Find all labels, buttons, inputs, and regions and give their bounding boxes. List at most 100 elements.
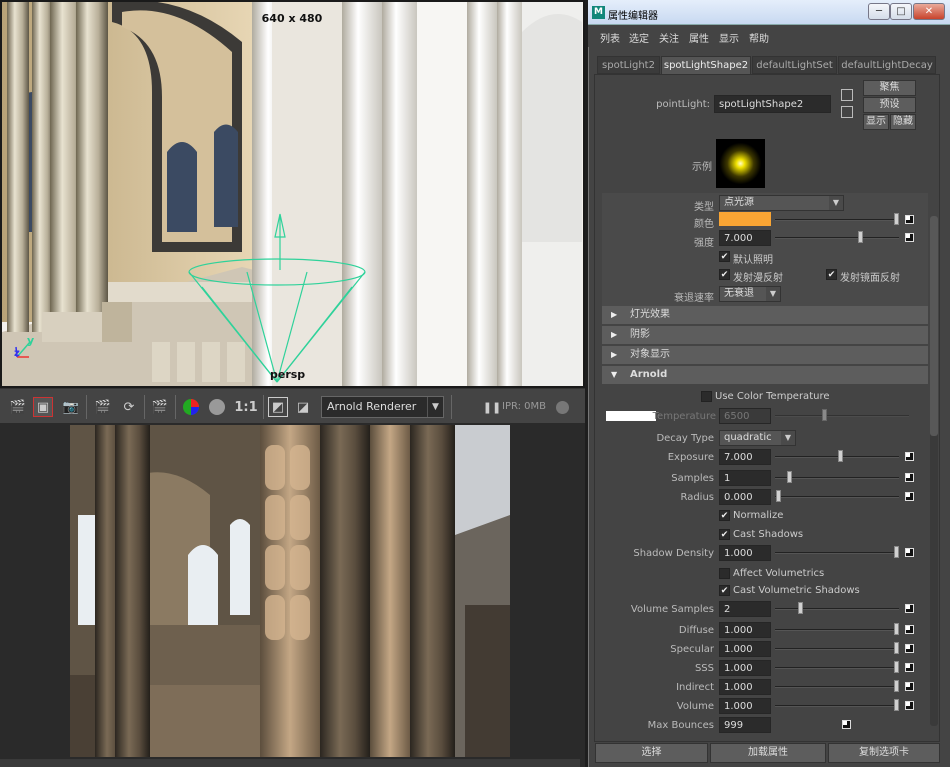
volume-field[interactable]: 1.000 (719, 698, 771, 714)
node-name-field[interactable]: spotLightShape2 (714, 95, 831, 113)
presets-button[interactable]: 预设 (863, 97, 916, 113)
clapper-icon[interactable]: 🎬 (8, 397, 28, 417)
intensity-field[interactable]: 7.000 (719, 230, 771, 246)
maximize-button[interactable]: □ (890, 3, 912, 20)
cast-shadows-checkbox[interactable]: ✔ (719, 529, 730, 540)
select-button[interactable]: 选择 (595, 743, 708, 763)
slider-knob[interactable] (894, 699, 899, 711)
tab-spotlightshape2[interactable]: spotLightShape2 (661, 56, 751, 74)
perspective-viewport[interactable]: 640 x 480 persp y z (0, 0, 585, 388)
tab-defaultlightset[interactable]: defaultLightSet (752, 56, 837, 74)
slider-knob[interactable] (894, 213, 899, 225)
sss-field[interactable]: 1.000 (719, 660, 771, 676)
map-button-icon[interactable] (905, 682, 914, 691)
radius-slider[interactable] (775, 490, 899, 502)
slider-knob[interactable] (858, 231, 863, 243)
slider-knob[interactable] (894, 623, 899, 635)
alpha-channel-icon[interactable] (207, 397, 227, 417)
menu-focus[interactable]: 关注 (659, 30, 679, 45)
emit-specular-checkbox[interactable]: ✔ (826, 269, 837, 280)
map-button-icon[interactable] (905, 233, 914, 242)
volume-samples-field[interactable]: 2 (719, 601, 771, 617)
menu-selected[interactable]: 选定 (629, 30, 649, 45)
exposure-slider[interactable] (775, 450, 899, 462)
sss-slider[interactable] (775, 661, 899, 673)
slider-knob[interactable] (894, 642, 899, 654)
emit-diffuse-checkbox[interactable]: ✔ (719, 269, 730, 280)
copy-tab-button[interactable]: 复制选项卡 (828, 743, 940, 763)
slider-knob[interactable] (822, 409, 827, 421)
slider-knob[interactable] (894, 680, 899, 692)
minimize-button[interactable]: ─ (868, 3, 890, 20)
ratio-button[interactable]: 1:1 (233, 397, 259, 417)
color-channels-icon[interactable] (181, 397, 201, 417)
map-button-icon[interactable] (905, 492, 914, 501)
input-connection-icon[interactable] (841, 89, 853, 101)
slider-knob[interactable] (798, 602, 803, 614)
tab-spotlight2[interactable]: spotLight2 (597, 56, 660, 74)
ipr-clapper-icon[interactable]: 🎬 (150, 397, 170, 417)
menu-show[interactable]: 显示 (719, 30, 739, 45)
use-color-temperature-checkbox[interactable] (701, 391, 712, 402)
slider-knob[interactable] (838, 450, 843, 462)
map-button-icon[interactable] (905, 625, 914, 634)
exposure-field[interactable]: 7.000 (719, 449, 771, 465)
slider-knob[interactable] (776, 490, 781, 502)
temperature-slider[interactable] (775, 409, 909, 421)
remove-image-icon[interactable]: ◪ (293, 397, 313, 417)
output-connection-icon[interactable] (841, 106, 853, 118)
keep-image-icon[interactable]: ◩ (268, 397, 288, 417)
map-button-icon[interactable] (905, 604, 914, 613)
volume-slider[interactable] (775, 699, 899, 711)
map-button-icon[interactable] (905, 701, 914, 710)
max-bounces-field[interactable]: 999 (719, 717, 771, 733)
hide-button[interactable]: 隐藏 (890, 114, 916, 130)
renderer-dropdown[interactable]: Arnold Renderer ▼ (321, 396, 444, 418)
scrollbar-thumb[interactable] (930, 216, 938, 436)
slider-knob[interactable] (894, 661, 899, 673)
temperature-field[interactable]: 6500 (719, 408, 771, 424)
show-button[interactable]: 显示 (863, 114, 889, 130)
section-light-effects[interactable]: ▶ 灯光效果 (602, 306, 928, 324)
shadow-density-field[interactable]: 1.000 (719, 545, 771, 561)
map-button-icon[interactable] (905, 452, 914, 461)
radius-field[interactable]: 0.000 (719, 489, 771, 505)
section-object-display[interactable]: ▶ 对象显示 (602, 346, 928, 364)
cast-volumetric-shadows-checkbox[interactable]: ✔ (719, 585, 730, 596)
affect-volumetrics-checkbox[interactable] (719, 568, 730, 579)
menu-help[interactable]: 帮助 (749, 30, 769, 45)
section-shadows[interactable]: ▶ 阴影 (602, 326, 928, 344)
refresh-icon[interactable]: ⟳ (119, 397, 139, 417)
section-arnold[interactable]: ▼ Arnold (602, 366, 928, 384)
slider-knob[interactable] (787, 471, 792, 483)
light-type-dropdown[interactable]: 点光源 ▼ (719, 195, 844, 211)
render-horizontal-scrollbar[interactable] (0, 759, 580, 767)
close-button[interactable]: ✕ (913, 3, 945, 20)
load-attributes-button[interactable]: 加载属性 (710, 743, 826, 763)
map-button-icon[interactable] (842, 720, 851, 729)
decay-rate-dropdown[interactable]: 无衰退 ▼ (719, 286, 781, 302)
volume-samples-slider[interactable] (775, 602, 899, 614)
map-button-icon[interactable] (905, 215, 914, 224)
specular-slider[interactable] (775, 642, 899, 654)
indirect-slider[interactable] (775, 680, 899, 692)
map-button-icon[interactable] (905, 644, 914, 653)
illuminate-default-checkbox[interactable]: ✔ (719, 251, 730, 262)
focus-button[interactable]: 聚焦 (863, 80, 916, 96)
render-sequence-icon[interactable]: 🎬 (93, 397, 113, 417)
pause-icon[interactable]: ❚❚ (482, 397, 502, 417)
menu-list[interactable]: 列表 (600, 30, 620, 45)
normalize-checkbox[interactable]: ✔ (719, 510, 730, 521)
specular-field[interactable]: 1.000 (719, 641, 771, 657)
render-region-icon[interactable]: ▣ (33, 397, 53, 417)
menu-attributes[interactable]: 属性 (689, 30, 709, 45)
indirect-field[interactable]: 1.000 (719, 679, 771, 695)
diffuse-field[interactable]: 1.000 (719, 622, 771, 638)
shadow-density-slider[interactable] (775, 546, 899, 558)
map-button-icon[interactable] (905, 473, 914, 482)
diffuse-slider[interactable] (775, 623, 899, 635)
samples-slider[interactable] (775, 471, 899, 483)
map-button-icon[interactable] (905, 663, 914, 672)
color-swatch[interactable] (719, 212, 771, 226)
decay-type-dropdown[interactable]: quadratic ▼ (719, 430, 796, 446)
